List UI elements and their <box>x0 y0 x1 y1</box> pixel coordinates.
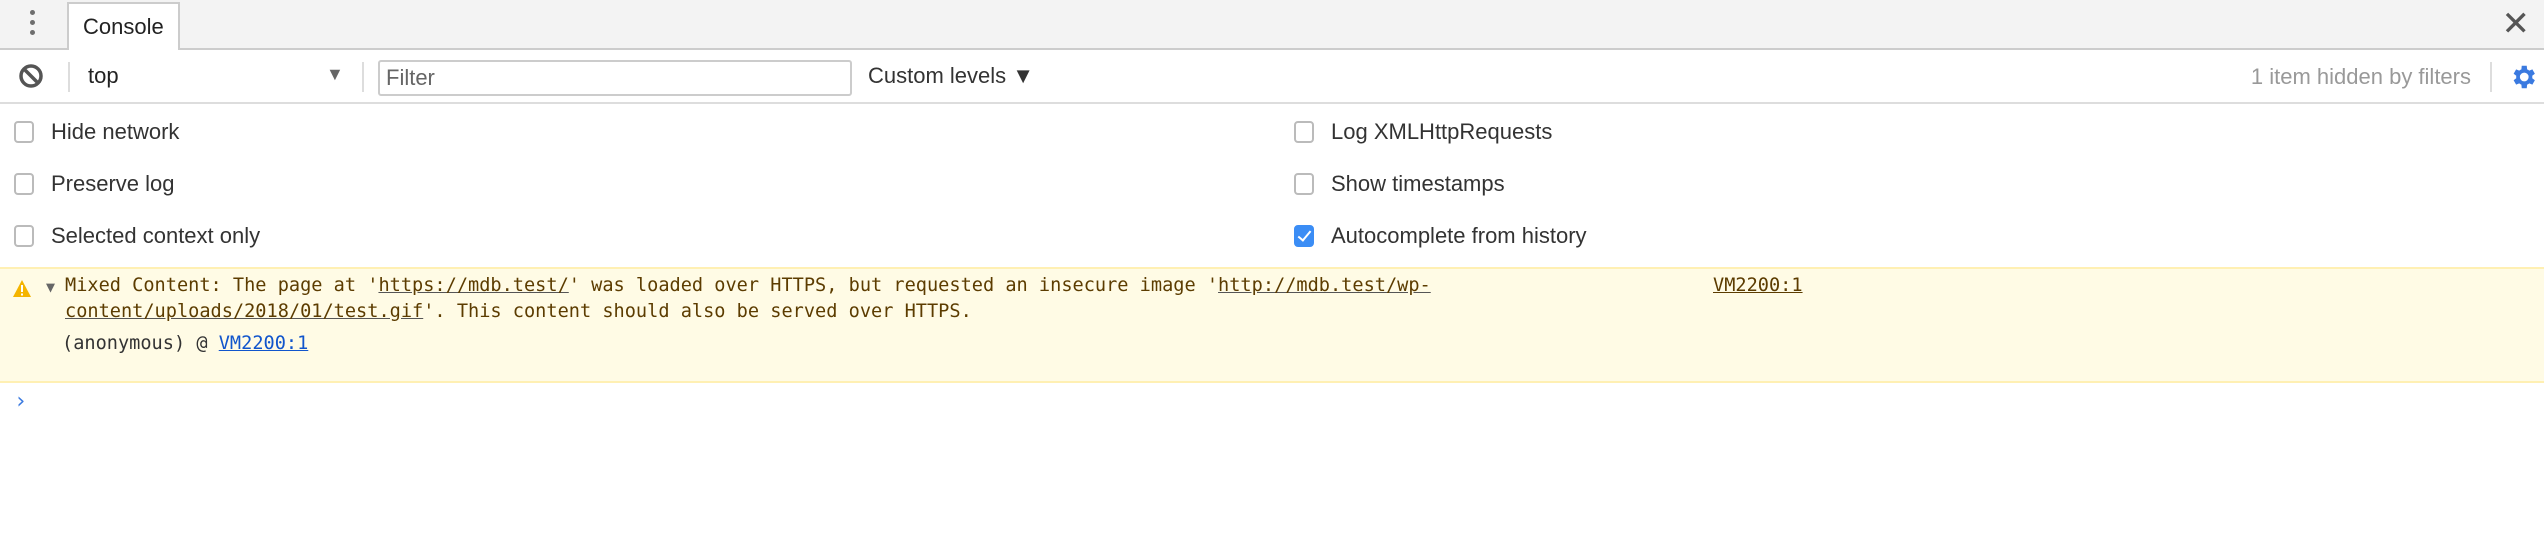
console-prompt[interactable]: › <box>14 389 27 414</box>
option-label: Autocomplete from history <box>1331 223 1587 248</box>
checkbox[interactable] <box>14 121 34 143</box>
option-label: Hide network <box>51 119 180 144</box>
show-timestamps-option[interactable]: Show timestamps <box>1294 171 1505 197</box>
option-label: Preserve log <box>51 171 175 196</box>
checkbox[interactable] <box>1294 121 1314 143</box>
option-label: Show timestamps <box>1331 171 1505 196</box>
message-text: ▼ Mixed Content: The page at 'https://md… <box>46 273 1708 325</box>
console-toolbar: top ▼ Custom levels ▼ 1 item hidden by f… <box>0 50 2544 104</box>
checkbox[interactable] <box>14 225 34 247</box>
message-suffix: '. This content should also be served ov… <box>423 301 972 322</box>
context-selector[interactable]: top <box>88 63 119 89</box>
gear-icon[interactable] <box>2508 62 2538 92</box>
message-prefix: Mixed Content: The page at ' <box>65 275 379 296</box>
checkbox[interactable] <box>14 173 34 195</box>
hidden-items-status: 1 item hidden by filters <box>2250 64 2471 89</box>
option-label: Log XMLHttpRequests <box>1331 119 1553 144</box>
divider <box>68 62 70 92</box>
autocomplete-option[interactable]: Autocomplete from history <box>1294 223 1587 249</box>
selected-context-option[interactable]: Selected context only <box>14 223 260 249</box>
preserve-log-option[interactable]: Preserve log <box>14 171 175 197</box>
vertical-dots-icon[interactable] <box>26 10 38 40</box>
stack-source-link[interactable]: VM2200:1 <box>219 333 309 354</box>
stack-trace: (anonymous) @ VM2200:1 <box>62 331 308 357</box>
hide-network-option[interactable]: Hide network <box>14 119 179 145</box>
log-xhr-option[interactable]: Log XMLHttpRequests <box>1294 119 1552 145</box>
warning-icon <box>13 280 31 297</box>
close-icon[interactable]: ✕ <box>2502 6 2531 42</box>
checkbox-checked[interactable] <box>1294 225 1314 247</box>
checkbox[interactable] <box>1294 173 1314 195</box>
expand-triangle-icon[interactable]: ▼ <box>46 274 55 300</box>
option-label: Selected context only <box>51 223 261 248</box>
message-middle: ' was loaded over HTTPS, but requested a… <box>568 275 1219 296</box>
page-url-link[interactable]: https://mdb.test/ <box>378 275 568 296</box>
tab-bar: Console ✕ <box>0 0 2544 50</box>
tab-console[interactable]: Console <box>67 2 180 50</box>
log-levels-dropdown[interactable]: Custom levels ▼ <box>868 63 1034 89</box>
filter-input[interactable] <box>378 60 852 96</box>
block-icon[interactable] <box>18 63 44 89</box>
source-link[interactable]: VM2200:1 <box>1713 273 1803 299</box>
warning-message: ▼ Mixed Content: The page at 'https://md… <box>0 267 2544 383</box>
dropdown-arrow-icon[interactable]: ▼ <box>326 64 344 85</box>
divider <box>2490 62 2492 92</box>
stack-frame: (anonymous) @ <box>62 333 219 354</box>
divider <box>362 62 364 92</box>
